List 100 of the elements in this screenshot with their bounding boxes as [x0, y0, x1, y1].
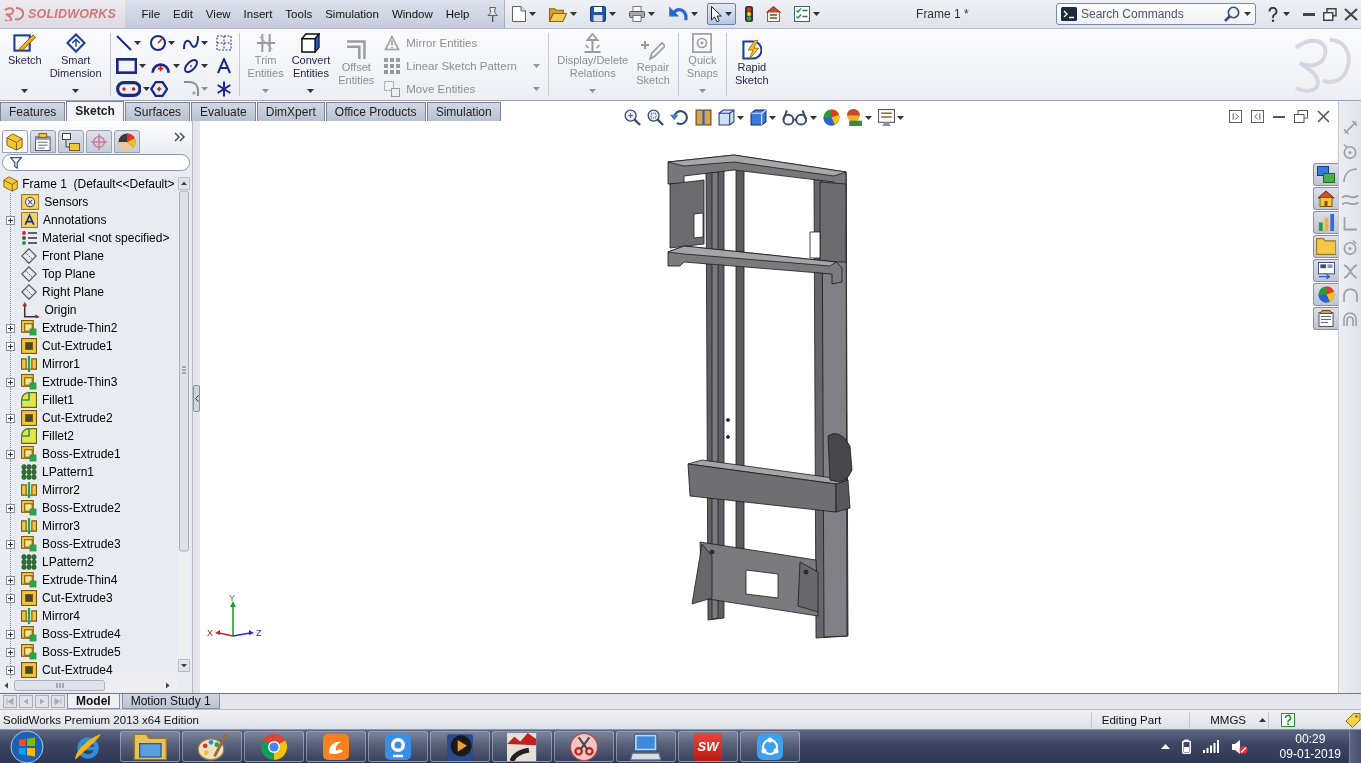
- expand-icon[interactable]: [6, 539, 15, 549]
- signal-bars-icon[interactable]: [1202, 740, 1219, 753]
- tree-item[interactable]: Frame 1 (Default<<Default>: [0, 175, 175, 193]
- command-tab[interactable]: Office Products: [325, 102, 426, 121]
- taskbar-button[interactable]: SW: [678, 731, 738, 762]
- vertical-scrollbar[interactable]: [178, 177, 190, 672]
- taskbar-button[interactable]: [430, 731, 490, 762]
- restore-icon[interactable]: [1294, 110, 1308, 123]
- tree-item[interactable]: Origin: [0, 301, 77, 319]
- command-tab[interactable]: Surfaces: [124, 102, 191, 121]
- menu-item[interactable]: Window: [385, 6, 440, 22]
- taskbar-button[interactable]: [616, 731, 676, 762]
- landscape-icon[interactable]: [845, 109, 863, 126]
- view-cube-icon[interactable]: [718, 109, 736, 126]
- menu-item[interactable]: File: [135, 6, 167, 22]
- glasses-icon[interactable]: [782, 109, 808, 126]
- panel-tab[interactable]: [2, 130, 28, 153]
- taskbar-button[interactable]: [306, 731, 366, 762]
- monitor-icon[interactable]: [877, 109, 895, 126]
- task-pane-tab[interactable]: [1313, 211, 1338, 234]
- menu-item[interactable]: Help: [439, 6, 476, 22]
- circle-dot-icon[interactable]: [1343, 240, 1357, 255]
- menu-item[interactable]: Insert: [237, 6, 279, 22]
- filter-field[interactable]: [2, 154, 190, 171]
- menu-item[interactable]: View: [199, 6, 238, 22]
- expand-icon[interactable]: [6, 665, 15, 675]
- zoom-area-icon[interactable]: [647, 109, 664, 126]
- tree-item[interactable]: Sensors: [0, 193, 89, 211]
- tree-item[interactable]: Boss-Extrude2: [0, 499, 121, 517]
- tree-item[interactable]: Mirror1: [0, 355, 80, 373]
- tree-item[interactable]: LPattern2: [0, 553, 95, 571]
- menu-item[interactable]: Edit: [166, 6, 200, 22]
- tree-item[interactable]: Fillet1: [0, 391, 74, 409]
- speaker-muted-icon[interactable]: [1230, 738, 1248, 755]
- tree-item[interactable]: Extrude-Thin3: [0, 373, 118, 391]
- menu-item[interactable]: Simulation: [318, 6, 386, 22]
- menu-item[interactable]: Tools: [278, 6, 319, 22]
- expand-icon[interactable]: [6, 341, 15, 351]
- command-button[interactable]: Rapid Sketch: [731, 29, 773, 100]
- expand-icon[interactable]: [6, 377, 15, 387]
- bottom-tab[interactable]: Motion Study 1: [121, 694, 220, 709]
- command-button[interactable]: Sketch: [4, 29, 46, 100]
- taskbar-button[interactable]: [554, 731, 614, 762]
- expand-icon[interactable]: [6, 575, 15, 585]
- bottom-tab[interactable]: Model: [67, 694, 120, 709]
- sectioned-box-icon[interactable]: [695, 109, 713, 126]
- taskbar-button[interactable]: [740, 731, 800, 762]
- taskbar-button[interactable]: [120, 731, 180, 762]
- task-pane-tab[interactable]: [1313, 259, 1338, 282]
- panel-tab[interactable]: [30, 130, 56, 153]
- tree-item[interactable]: Extrude-Thin4: [0, 571, 118, 589]
- task-pane-tab[interactable]: [1313, 187, 1338, 210]
- panel-tab[interactable]: [58, 130, 84, 153]
- tree-item[interactable]: Boss-Extrude1: [0, 445, 121, 463]
- expand-icon[interactable]: [6, 413, 15, 423]
- circle-dot-icon[interactable]: [1343, 144, 1357, 159]
- expand-icon[interactable]: [6, 647, 15, 657]
- tree-item[interactable]: Cut-Extrude1: [0, 337, 113, 355]
- collapse-handle[interactable]: [193, 385, 200, 412]
- task-pane-tab[interactable]: [1313, 283, 1338, 306]
- tree-item[interactable]: Cut-Extrude4: [0, 661, 113, 679]
- tree-item[interactable]: LPattern1: [0, 463, 95, 481]
- double-chevron-icon[interactable]: [174, 132, 185, 142]
- shaded-cube-icon[interactable]: [750, 109, 768, 126]
- tree-item[interactable]: Boss-Extrude3: [0, 535, 121, 553]
- expand-icon[interactable]: [6, 449, 15, 459]
- task-pane-tab[interactable]: [1313, 163, 1338, 186]
- minimize-icon[interactable]: [1273, 115, 1285, 118]
- units-dropdown[interactable]: MMGS: [1210, 713, 1266, 726]
- close-icon[interactable]: [1317, 110, 1330, 123]
- tree-item[interactable]: Extrude-Thin2: [0, 319, 118, 337]
- battery-icon[interactable]: [1181, 739, 1191, 754]
- tree-item[interactable]: Mirror3: [0, 517, 80, 535]
- command-button[interactable]: Smart Dimension: [45, 29, 106, 100]
- task-pane-tab[interactable]: [1313, 307, 1338, 330]
- tree-item[interactable]: Boss-Extrude4: [0, 625, 121, 643]
- taskbar-button[interactable]: [244, 731, 304, 762]
- tree-item[interactable]: Mirror4: [0, 607, 80, 625]
- expand-icon[interactable]: [6, 593, 15, 603]
- tree-item[interactable]: Cut-Extrude3: [0, 589, 113, 607]
- tree-item[interactable]: Right Plane: [0, 283, 105, 301]
- search-input[interactable]: Search Commands: [1081, 6, 1220, 22]
- expand-icon[interactable]: [6, 503, 15, 513]
- taskbar-button[interactable]: [492, 731, 552, 762]
- command-tab[interactable]: Simulation: [426, 102, 501, 121]
- search-icon[interactable]: [1224, 6, 1240, 22]
- back-arrow-icon[interactable]: [670, 109, 690, 126]
- tree-item[interactable]: Front Plane: [0, 247, 105, 265]
- color-ball-icon[interactable]: [822, 109, 840, 126]
- expand-icon[interactable]: [6, 215, 15, 225]
- command-tab[interactable]: Sketch: [66, 101, 124, 121]
- caret-icon[interactable]: [1244, 12, 1251, 16]
- tree-item[interactable]: Boss-Extrude5: [0, 643, 121, 661]
- command-button[interactable]: Convert Entities: [287, 29, 335, 100]
- expand-icon[interactable]: [6, 323, 15, 333]
- tile-icon[interactable]: [1251, 110, 1264, 123]
- command-tab[interactable]: Evaluate: [191, 102, 256, 121]
- tag-icon[interactable]: [1345, 711, 1361, 728]
- tree-item[interactable]: Annotations: [0, 211, 107, 229]
- tile-icon[interactable]: [1229, 110, 1242, 123]
